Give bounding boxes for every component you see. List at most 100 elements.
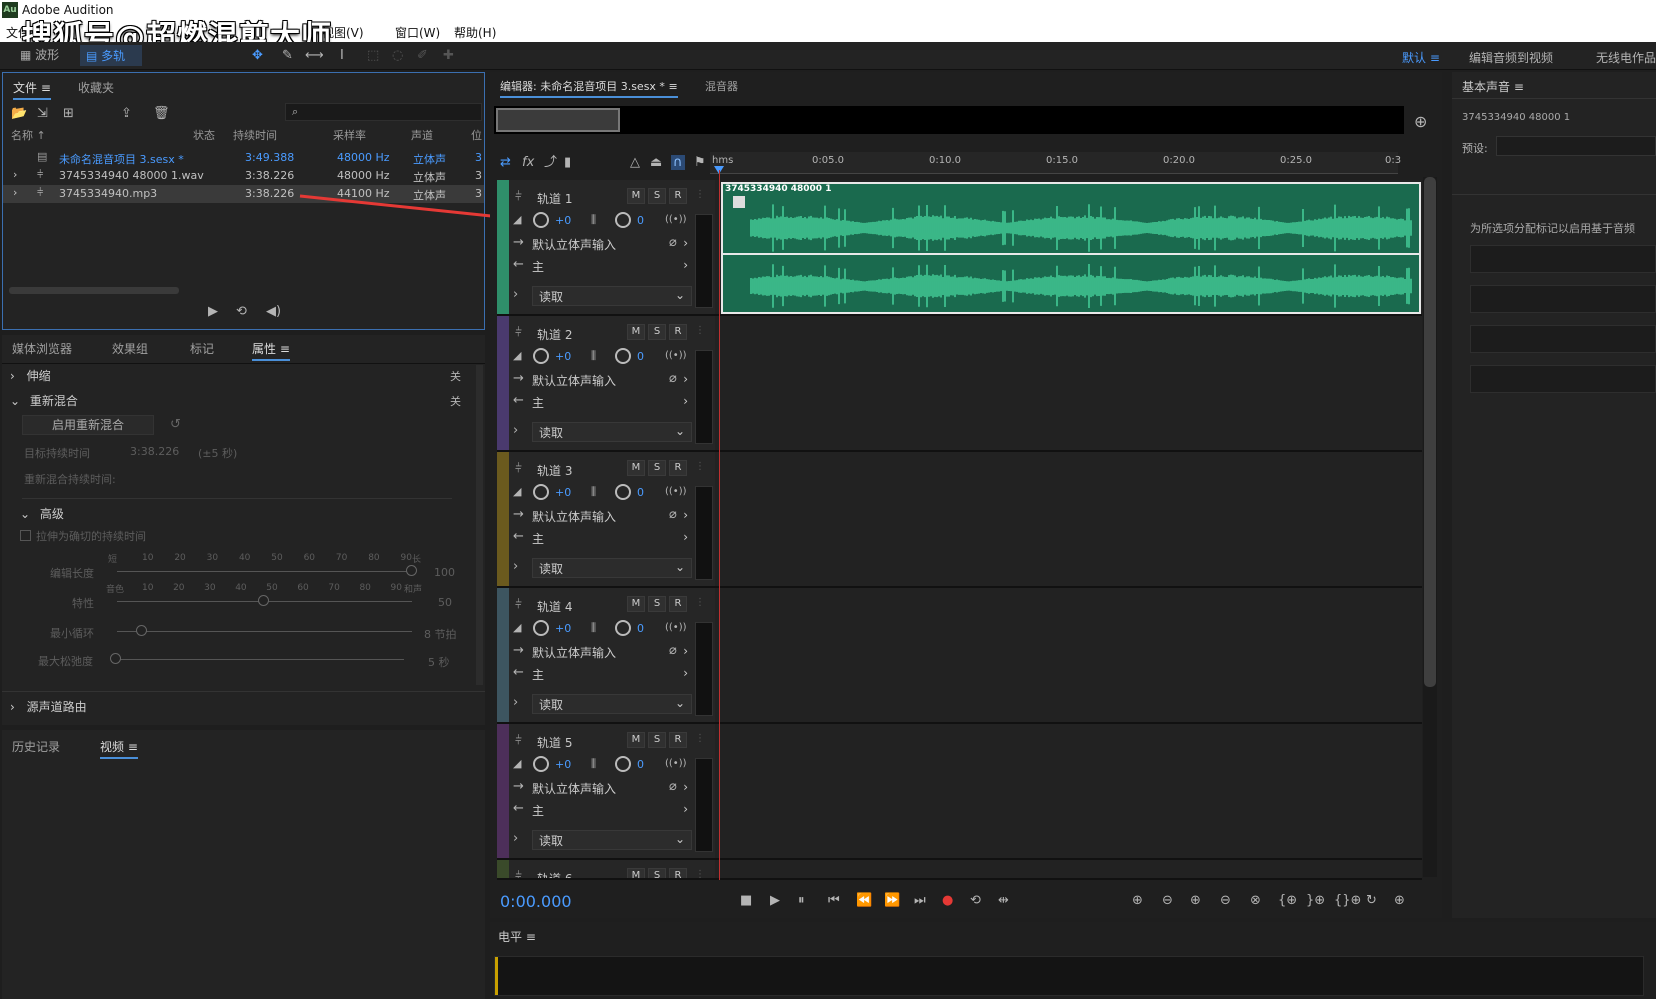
volume-value[interactable]: +0 (555, 486, 571, 499)
track-move-icon[interactable]: ⫩ (515, 326, 522, 338)
tab-history[interactable]: 历史记录 (12, 738, 60, 755)
audio-type-button[interactable] (1470, 365, 1656, 393)
pan-knob[interactable] (615, 620, 631, 636)
edit-length-handle[interactable] (406, 565, 417, 576)
zoom-in-right-icon[interactable]: }⊕ (1306, 894, 1325, 907)
track-move-icon[interactable]: ⫩ (515, 462, 522, 474)
max-offset-handle[interactable] (110, 653, 121, 664)
pan-knob[interactable] (615, 756, 631, 772)
track-3[interactable]: ⫩ 轨道 3 M S R ⋮ ◢ +0 ⫼ 0 ((•)) → 默认立体声输入 ›… (497, 452, 1422, 588)
more-icon[interactable]: ⋮ (695, 326, 705, 336)
tracks-scrollbar[interactable] (1423, 177, 1437, 877)
track-name[interactable]: 轨道 3 (537, 462, 572, 479)
audio-type-button[interactable] (1470, 245, 1656, 273)
zoom-out-time-icon[interactable]: ⊖ (1220, 894, 1231, 907)
track-6[interactable]: ⫩ 轨道 6 M S R ⋮ ◢ +0 ⫼ 0 ((•)) → 默认立体声输入›… (497, 860, 1422, 880)
stereo-icon[interactable]: ((•)) (665, 623, 687, 633)
track-lane[interactable] (715, 724, 1422, 858)
track-4[interactable]: ⫩ 轨道 4 M S R ⋮ ◢ +0 ⫼ 0 ((•)) → 默认立体声输入 ›… (497, 588, 1422, 724)
tab-properties[interactable]: 属性 ≡ (252, 340, 290, 361)
automation-mode-dropdown[interactable]: 读取 ⌄ (532, 286, 692, 306)
skip-selection-icon[interactable]: ⇹ (998, 894, 1009, 907)
expand-icon[interactable]: › (513, 696, 518, 709)
track-move-icon[interactable]: ⫩ (515, 734, 522, 746)
reset-icon[interactable]: ↺ (170, 418, 181, 431)
track-lane[interactable] (715, 316, 1422, 450)
solo-button[interactable]: S (648, 324, 666, 340)
send-icon[interactable]: ⤴ (544, 156, 557, 169)
pan-knob[interactable] (615, 212, 631, 228)
overview-bar[interactable] (494, 106, 1404, 134)
fast-forward-icon[interactable]: ⏩ (884, 894, 900, 907)
tab-editor[interactable]: 编辑器: 未命名混音项目 3.sesx * ≡ (500, 78, 678, 98)
metronome-icon[interactable]: △ (630, 156, 640, 169)
stretch-section[interactable]: › 伸缩 (10, 367, 470, 384)
solo-button[interactable]: S (648, 460, 666, 476)
volume-value[interactable]: +0 (555, 214, 571, 227)
pan-value[interactable]: 0 (637, 486, 644, 499)
remix-toggle[interactable]: 关 (450, 393, 461, 409)
mute-button[interactable]: M (627, 596, 645, 612)
go-end-icon[interactable]: ⏭ (914, 894, 926, 907)
zoom-selection-icon[interactable]: {}⊕ (1334, 894, 1361, 907)
stereo-icon[interactable]: ((•)) (665, 487, 687, 497)
solo-button[interactable]: S (648, 188, 666, 204)
min-loop-slider[interactable] (117, 631, 412, 632)
pan-knob[interactable] (615, 484, 631, 500)
automation-mode-dropdown[interactable]: 读取 ⌄ (532, 558, 692, 578)
pan-value[interactable]: 0 (637, 214, 644, 227)
stretch-toggle[interactable]: 关 (450, 368, 461, 384)
max-offset-slider[interactable] (114, 659, 404, 660)
track-move-icon[interactable]: ⫩ (515, 870, 522, 878)
track-name[interactable]: 轨道 4 (537, 598, 572, 615)
essential-title[interactable]: 基本声音 ≡ (1462, 78, 1524, 95)
mute-button[interactable]: M (627, 324, 645, 340)
play-icon[interactable]: ▶ (770, 894, 780, 907)
go-start-icon[interactable]: ⏮ (828, 894, 840, 907)
track-name[interactable]: 轨道 2 (537, 326, 572, 343)
track-name[interactable]: 轨道 1 (537, 190, 572, 207)
marker-icon[interactable]: ⚑ (694, 156, 706, 169)
enable-remix-button[interactable]: 启用重新混合 (22, 415, 154, 435)
stereo-icon[interactable]: ((•)) (665, 759, 687, 769)
track-input[interactable]: 默认立体声输入 › (532, 508, 692, 526)
volume-knob[interactable] (533, 756, 549, 772)
loop-icon[interactable]: ⟲ (970, 894, 981, 907)
track-lane[interactable] (715, 588, 1422, 722)
phase-icon[interactable]: ⌀ (669, 508, 677, 521)
track-output[interactable]: 主 › (532, 394, 692, 412)
tab-media-browser[interactable]: 媒体浏览器 (12, 340, 72, 357)
automation-mode-dropdown[interactable]: 读取 ⌄ (532, 694, 692, 714)
zoom-nav-icon[interactable]: ⊕ (1414, 114, 1427, 130)
track-move-icon[interactable]: ⫩ (515, 190, 522, 202)
track-input[interactable]: 默认立体声输入 › (532, 644, 692, 662)
snap-icon[interactable]: ⏏ (650, 156, 662, 169)
pause-icon[interactable]: ⏸ (798, 894, 805, 907)
zoom-reset-icon[interactable]: ↻ (1366, 894, 1377, 907)
timeline-ruler[interactable]: hms 0:05.0 0:10.0 0:15.0 0:20.0 0:25.0 0… (710, 152, 1401, 174)
rewind-icon[interactable]: ⏪ (856, 894, 872, 907)
feature-handle[interactable] (258, 595, 269, 606)
zoom-full-icon[interactable]: ⊗ (1250, 894, 1261, 907)
zoom-in-time-icon[interactable]: ⊕ (1190, 894, 1201, 907)
solo-button[interactable]: S (648, 732, 666, 748)
track-lane[interactable] (715, 860, 1422, 878)
track-input[interactable]: 默认立体声输入 › (532, 780, 692, 798)
track-output[interactable]: 主 › (532, 666, 692, 684)
scroll-thumb[interactable] (1424, 177, 1436, 687)
pan-value[interactable]: 0 (637, 622, 644, 635)
track-output[interactable]: 主 › (532, 802, 692, 820)
playhead-line[interactable] (719, 170, 720, 880)
mute-button[interactable]: M (627, 868, 645, 878)
phase-icon[interactable]: ⌀ (669, 236, 677, 249)
volume-value[interactable]: +0 (555, 350, 571, 363)
automation-mode-dropdown[interactable]: 读取 ⌄ (532, 830, 692, 850)
track-move-icon[interactable]: ⫩ (515, 598, 522, 610)
zoom-in-left-icon[interactable]: {⊕ (1278, 894, 1297, 907)
stretch-exact-checkbox[interactable]: 拉伸为确切的持续时间 (20, 528, 146, 544)
track-5[interactable]: ⫩ 轨道 5 M S R ⋮ ◢ +0 ⫼ 0 ((•)) → 默认立体声输入 ›… (497, 724, 1422, 860)
volume-knob[interactable] (533, 348, 549, 364)
zoom-out-amplitude-icon[interactable]: ⊖ (1162, 894, 1173, 907)
pan-value[interactable]: 0 (637, 758, 644, 771)
expand-icon[interactable]: › (513, 560, 518, 573)
